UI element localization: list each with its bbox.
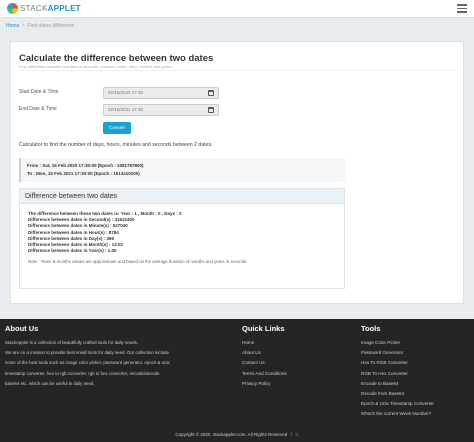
result-lines: The difference between these two dates i… — [20, 204, 344, 254]
about-text-line: timestamp converter, hex to rgb converte… — [5, 370, 160, 376]
facebook-icon[interactable]: f — [290, 432, 291, 437]
about-text-line: some of the best tools such as image col… — [5, 360, 170, 366]
top-navbar: STACK APPLET — [0, 0, 474, 18]
result-note: Note : Years & months values are approxi… — [28, 259, 248, 265]
convert-button[interactable]: Convert — [103, 122, 131, 134]
footer-tool-link[interactable]: Encode to Base64 — [361, 379, 434, 389]
site-logo[interactable]: STACK APPLET — [7, 3, 81, 14]
footer-tool-link[interactable]: RGB To Hex Converter — [361, 369, 434, 379]
breadcrumb: Home / Find dates difference — [6, 23, 75, 29]
footer-tool-link[interactable]: Image Color Picker — [361, 338, 434, 348]
footer-quick-links: Quick Links Home About Us Contact Us Ter… — [242, 324, 287, 389]
from-to-summary: From : Sat, 15 Feb 2020 17:30:00 (Epoch … — [19, 158, 345, 182]
footer-link-privacy[interactable]: Privacy Policy — [242, 379, 287, 389]
footer-link-terms[interactable]: Terms And Conditions — [242, 369, 287, 379]
divider — [19, 70, 457, 71]
about-text-line: StackApplet is a collection of beautiful… — [5, 340, 139, 345]
footer-tools: Tools Image Color Picker Password Genera… — [361, 324, 434, 420]
calendar-icon[interactable] — [208, 90, 214, 96]
difference-result-panel: Difference between two dates The differe… — [19, 188, 345, 289]
start-date-label: Start Date & Time — [19, 89, 59, 95]
breadcrumb-home[interactable]: Home — [6, 23, 19, 29]
footer-tool-link[interactable]: Hex To RGB Converter — [361, 358, 434, 368]
end-date-label: End Date & Time — [19, 106, 57, 112]
footer-about: About Us StackApplet is a collection of … — [5, 324, 187, 389]
footer-link-about[interactable]: About Us — [242, 348, 287, 358]
date-diff-card: Calculate the difference between two dat… — [10, 41, 464, 304]
breadcrumb-current: Find dates difference — [27, 23, 75, 29]
result-line: Difference between dates in Year(s) : 1.… — [28, 248, 117, 254]
footer-tool-link[interactable]: Decode from Base64 — [361, 389, 434, 399]
logo-icon — [7, 3, 18, 14]
page-title: Calculate the difference between two dat… — [19, 53, 214, 64]
result-heading: Difference between two dates — [20, 189, 344, 204]
end-date-input[interactable]: 02/15/2021 17:30 — [103, 104, 219, 116]
from-date-text: From : Sat, 15 Feb 2020 17:30:00 (Epoch … — [27, 163, 144, 168]
calculator-description: Calculator to find the number of days, h… — [19, 142, 213, 148]
footer-link-home[interactable]: Home — [242, 338, 287, 348]
menu-toggle-icon[interactable] — [457, 4, 467, 15]
footer-tool-link[interactable]: Epoch & Unix Timestamp Converter — [361, 399, 434, 409]
site-footer: About Us StackApplet is a collection of … — [0, 319, 474, 442]
calendar-icon[interactable] — [208, 107, 214, 113]
footer-tool-link[interactable]: Password Generator — [361, 348, 434, 358]
about-text-line: base64 etc. which can be useful in daily… — [5, 380, 95, 386]
footer-link-contact[interactable]: Contact Us — [242, 358, 287, 368]
start-date-input[interactable]: 02/15/2020 17:30 — [103, 87, 219, 99]
copyright-text: Copyright © 2020, stackapplet.com, All R… — [175, 432, 299, 437]
to-date-text: To : Mon, 15 Feb 2021 17:30:00 (Epoch : … — [27, 171, 140, 176]
twitter-icon[interactable]: 𝕏 — [295, 432, 299, 437]
page-subtitle: Find difference between two date in seco… — [19, 64, 172, 69]
about-text-line: We are on a mission to provide best smal… — [5, 350, 169, 356]
footer-tool-link[interactable]: What's the current Week Number? — [361, 409, 434, 419]
